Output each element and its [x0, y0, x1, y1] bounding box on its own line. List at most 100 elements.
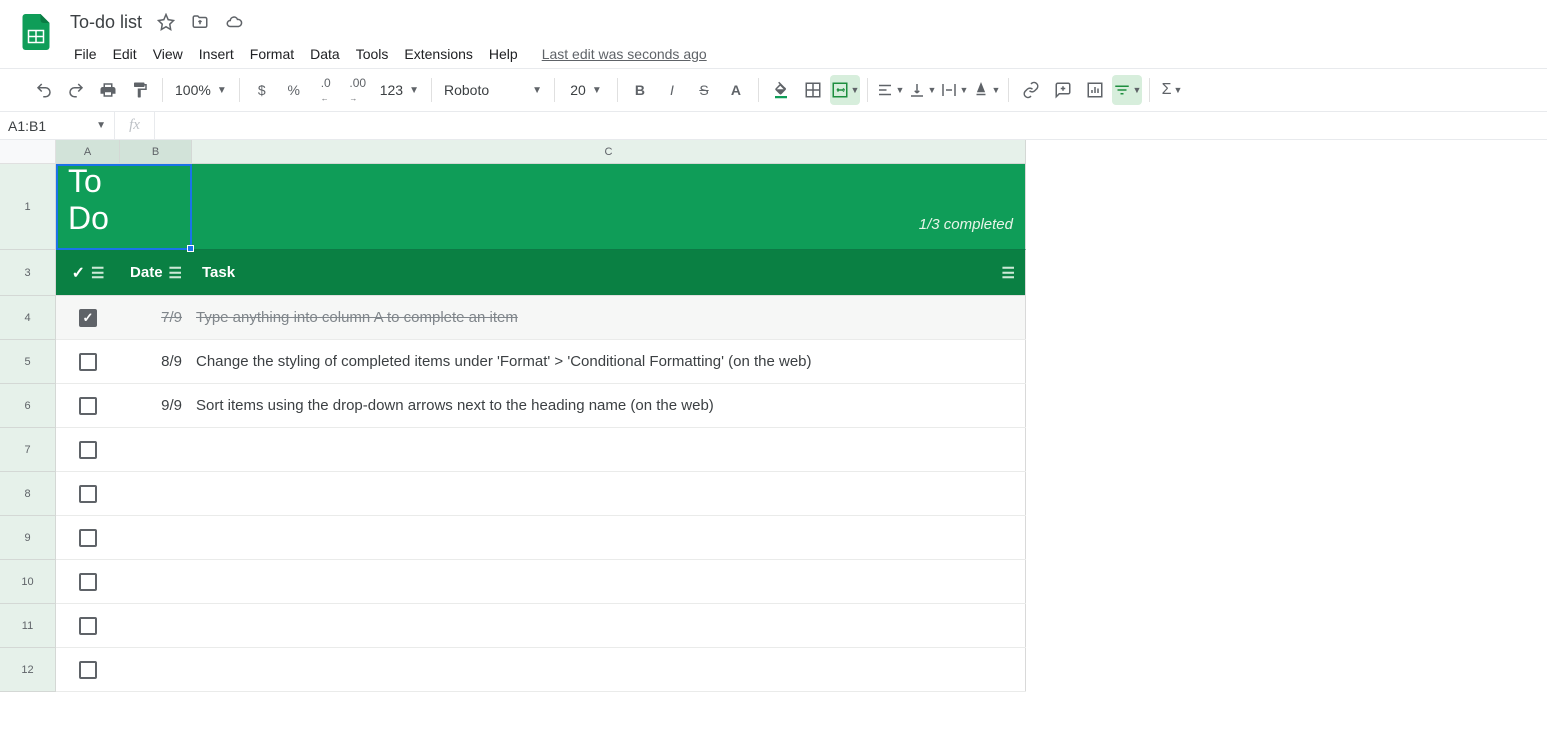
insert-link-button[interactable] [1016, 75, 1046, 105]
cell-task[interactable] [192, 428, 1026, 471]
cell-date[interactable]: 7/9 [120, 296, 192, 339]
spreadsheet-grid[interactable]: ABC 13456789101112 To Do 1/3 completed ✓… [0, 140, 1547, 737]
font-dropdown[interactable]: Roboto▼ [438, 75, 548, 105]
italic-button[interactable]: I [657, 75, 687, 105]
heading-task[interactable]: Task☰ [192, 250, 1026, 295]
bold-button[interactable]: B [625, 75, 655, 105]
heading-date[interactable]: Date☰ [120, 250, 192, 295]
checkbox[interactable] [79, 529, 97, 547]
row-header-8[interactable]: 8 [0, 472, 56, 516]
format-percent-button[interactable]: % [279, 75, 309, 105]
checkbox[interactable] [79, 617, 97, 635]
cell-checkbox[interactable] [56, 384, 120, 427]
cell-checkbox[interactable] [56, 604, 120, 647]
row-header-7[interactable]: 7 [0, 428, 56, 472]
star-icon[interactable] [154, 10, 178, 34]
row-header-4[interactable]: 4 [0, 296, 56, 340]
row-header-12[interactable]: 12 [0, 648, 56, 692]
vertical-align-button[interactable]: ▼ [907, 75, 937, 105]
cell-checkbox[interactable] [56, 296, 120, 339]
row-header-1[interactable]: 1 [0, 164, 56, 250]
name-box[interactable]: A1:B1▼ [0, 112, 115, 139]
checkbox[interactable] [79, 485, 97, 503]
strikethrough-button[interactable]: S [689, 75, 719, 105]
filter-icon[interactable]: ☰ [1002, 264, 1015, 282]
format-currency-button[interactable]: $ [247, 75, 277, 105]
text-wrap-button[interactable]: ▼ [939, 75, 969, 105]
decrease-decimal-button[interactable]: .0← [311, 75, 341, 105]
cell-task[interactable] [192, 516, 1026, 559]
cell-date[interactable] [120, 472, 192, 515]
undo-button[interactable] [29, 75, 59, 105]
merge-cells-button[interactable]: ▼ [830, 75, 860, 105]
borders-button[interactable] [798, 75, 828, 105]
cell-checkbox[interactable] [56, 472, 120, 515]
checkbox[interactable] [79, 661, 97, 679]
insert-chart-button[interactable] [1080, 75, 1110, 105]
cell-task[interactable]: Sort items using the drop-down arrows ne… [192, 384, 1026, 427]
cell-title-b[interactable] [120, 164, 192, 250]
cell-date[interactable] [120, 604, 192, 647]
cell-task[interactable]: Change the styling of completed items un… [192, 340, 1026, 383]
menu-extensions[interactable]: Extensions [396, 42, 480, 66]
cell-checkbox[interactable] [56, 648, 120, 691]
row-header-6[interactable]: 6 [0, 384, 56, 428]
row-header-11[interactable]: 11 [0, 604, 56, 648]
text-rotation-button[interactable]: ▼ [971, 75, 1001, 105]
cell-checkbox[interactable] [56, 560, 120, 603]
text-color-button[interactable]: A [721, 75, 751, 105]
menu-data[interactable]: Data [302, 42, 348, 66]
cell-date[interactable]: 8/9 [120, 340, 192, 383]
format-123-dropdown[interactable]: 123▼ [374, 75, 425, 105]
menu-edit[interactable]: Edit [105, 42, 145, 66]
heading-check[interactable]: ✓☰ [56, 250, 120, 295]
checkbox[interactable] [79, 309, 97, 327]
cell-title[interactable]: To Do [56, 164, 120, 250]
cell-task[interactable]: Type anything into column A to complete … [192, 296, 1026, 339]
cell-task[interactable] [192, 648, 1026, 691]
fill-color-button[interactable] [766, 75, 796, 105]
move-to-folder-icon[interactable] [188, 10, 212, 34]
menu-file[interactable]: File [66, 42, 105, 66]
cell-date[interactable] [120, 428, 192, 471]
filter-icon[interactable]: ☰ [91, 264, 104, 282]
column-header-C[interactable]: C [192, 140, 1026, 164]
column-header-A[interactable]: A [56, 140, 120, 164]
cloud-status-icon[interactable] [222, 10, 246, 34]
horizontal-align-button[interactable]: ▼ [875, 75, 905, 105]
row-header-3[interactable]: 3 [0, 250, 56, 296]
row-header-5[interactable]: 5 [0, 340, 56, 384]
column-header-B[interactable]: B [120, 140, 192, 164]
checkbox[interactable] [79, 441, 97, 459]
cell-checkbox[interactable] [56, 428, 120, 471]
cell-checkbox[interactable] [56, 516, 120, 559]
menu-insert[interactable]: Insert [191, 42, 242, 66]
menu-view[interactable]: View [145, 42, 191, 66]
cell-task[interactable] [192, 604, 1026, 647]
row-header-9[interactable]: 9 [0, 516, 56, 560]
last-edit-link[interactable]: Last edit was seconds ago [542, 46, 707, 62]
filter-button[interactable]: ▼ [1112, 75, 1142, 105]
print-button[interactable] [93, 75, 123, 105]
checkbox[interactable] [79, 397, 97, 415]
filter-icon[interactable]: ☰ [169, 264, 182, 282]
redo-button[interactable] [61, 75, 91, 105]
zoom-dropdown[interactable]: 100%▼ [169, 75, 233, 105]
sheets-logo[interactable] [16, 12, 56, 52]
cell-date[interactable] [120, 560, 192, 603]
functions-button[interactable]: Σ▼ [1157, 75, 1187, 105]
cell-date[interactable]: 9/9 [120, 384, 192, 427]
cell-completed-count[interactable]: 1/3 completed [192, 164, 1026, 250]
row-header-10[interactable]: 10 [0, 560, 56, 604]
font-size-dropdown[interactable]: 20▼ [561, 75, 611, 105]
cell-date[interactable] [120, 516, 192, 559]
checkbox[interactable] [79, 573, 97, 591]
insert-comment-button[interactable] [1048, 75, 1078, 105]
cell-checkbox[interactable] [56, 340, 120, 383]
cell-task[interactable] [192, 560, 1026, 603]
paint-format-button[interactable] [125, 75, 155, 105]
document-title[interactable]: To-do list [70, 12, 142, 33]
select-all-corner[interactable] [0, 140, 56, 164]
cell-task[interactable] [192, 472, 1026, 515]
menu-help[interactable]: Help [481, 42, 526, 66]
